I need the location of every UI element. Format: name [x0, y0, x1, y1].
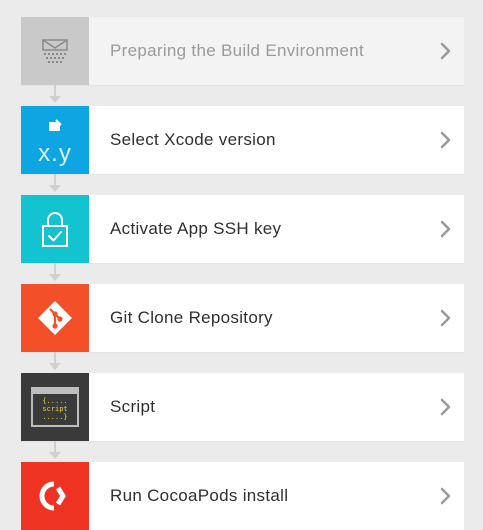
workflow-step-script[interactable]: {..... script .....} Script [21, 373, 464, 441]
script-icon-line: {..... [42, 397, 68, 405]
step-tile [21, 462, 89, 530]
script-icon: {..... script .....} [31, 387, 79, 427]
step-connector [21, 352, 89, 373]
step-tile [21, 284, 89, 352]
step-label: Preparing the Build Environment [110, 41, 365, 60]
script-icon-line: script [42, 405, 68, 413]
chevron-right-icon[interactable] [428, 131, 464, 149]
step-connector [21, 263, 89, 284]
xcode-version-placeholder: x.y [38, 140, 72, 167]
chevron-right-icon[interactable] [428, 220, 464, 238]
step-connector [21, 85, 89, 106]
ssh-key-lock-icon [42, 212, 68, 247]
step-tile: {..... script .....} [21, 373, 89, 441]
step-tile [21, 17, 89, 85]
step-label: Activate App SSH key [110, 219, 282, 238]
workflow-step-activate-ssh-key[interactable]: Activate App SSH key [21, 195, 464, 263]
workflow-steps: Preparing the Build Environment x.y Sele… [21, 17, 464, 530]
step-label: Script [110, 397, 156, 416]
chevron-right-icon[interactable] [428, 309, 464, 327]
step-tile: x.y [21, 106, 89, 174]
step-connector [21, 441, 89, 462]
workflow-step-run-cocoapods-install[interactable]: Run CocoaPods install [21, 462, 464, 530]
xcode-version-icon [49, 119, 62, 131]
script-icon-line: .....} [42, 413, 68, 421]
workflow-step-preparing-build-environment[interactable]: Preparing the Build Environment [21, 17, 464, 85]
build-environment-icon [42, 39, 68, 63]
cocoapods-icon [39, 481, 66, 511]
step-label: Select Xcode version [110, 130, 276, 149]
step-label: Git Clone Repository [110, 308, 273, 327]
step-tile [21, 195, 89, 263]
step-connector [21, 174, 89, 195]
chevron-right-icon[interactable] [428, 42, 464, 60]
workflow-step-git-clone-repository[interactable]: Git Clone Repository [21, 284, 464, 352]
chevron-right-icon[interactable] [428, 487, 464, 505]
workflow-step-select-xcode-version[interactable]: x.y Select Xcode version [21, 106, 464, 174]
git-icon [38, 301, 72, 335]
step-label: Run CocoaPods install [110, 486, 289, 505]
chevron-right-icon[interactable] [428, 398, 464, 416]
